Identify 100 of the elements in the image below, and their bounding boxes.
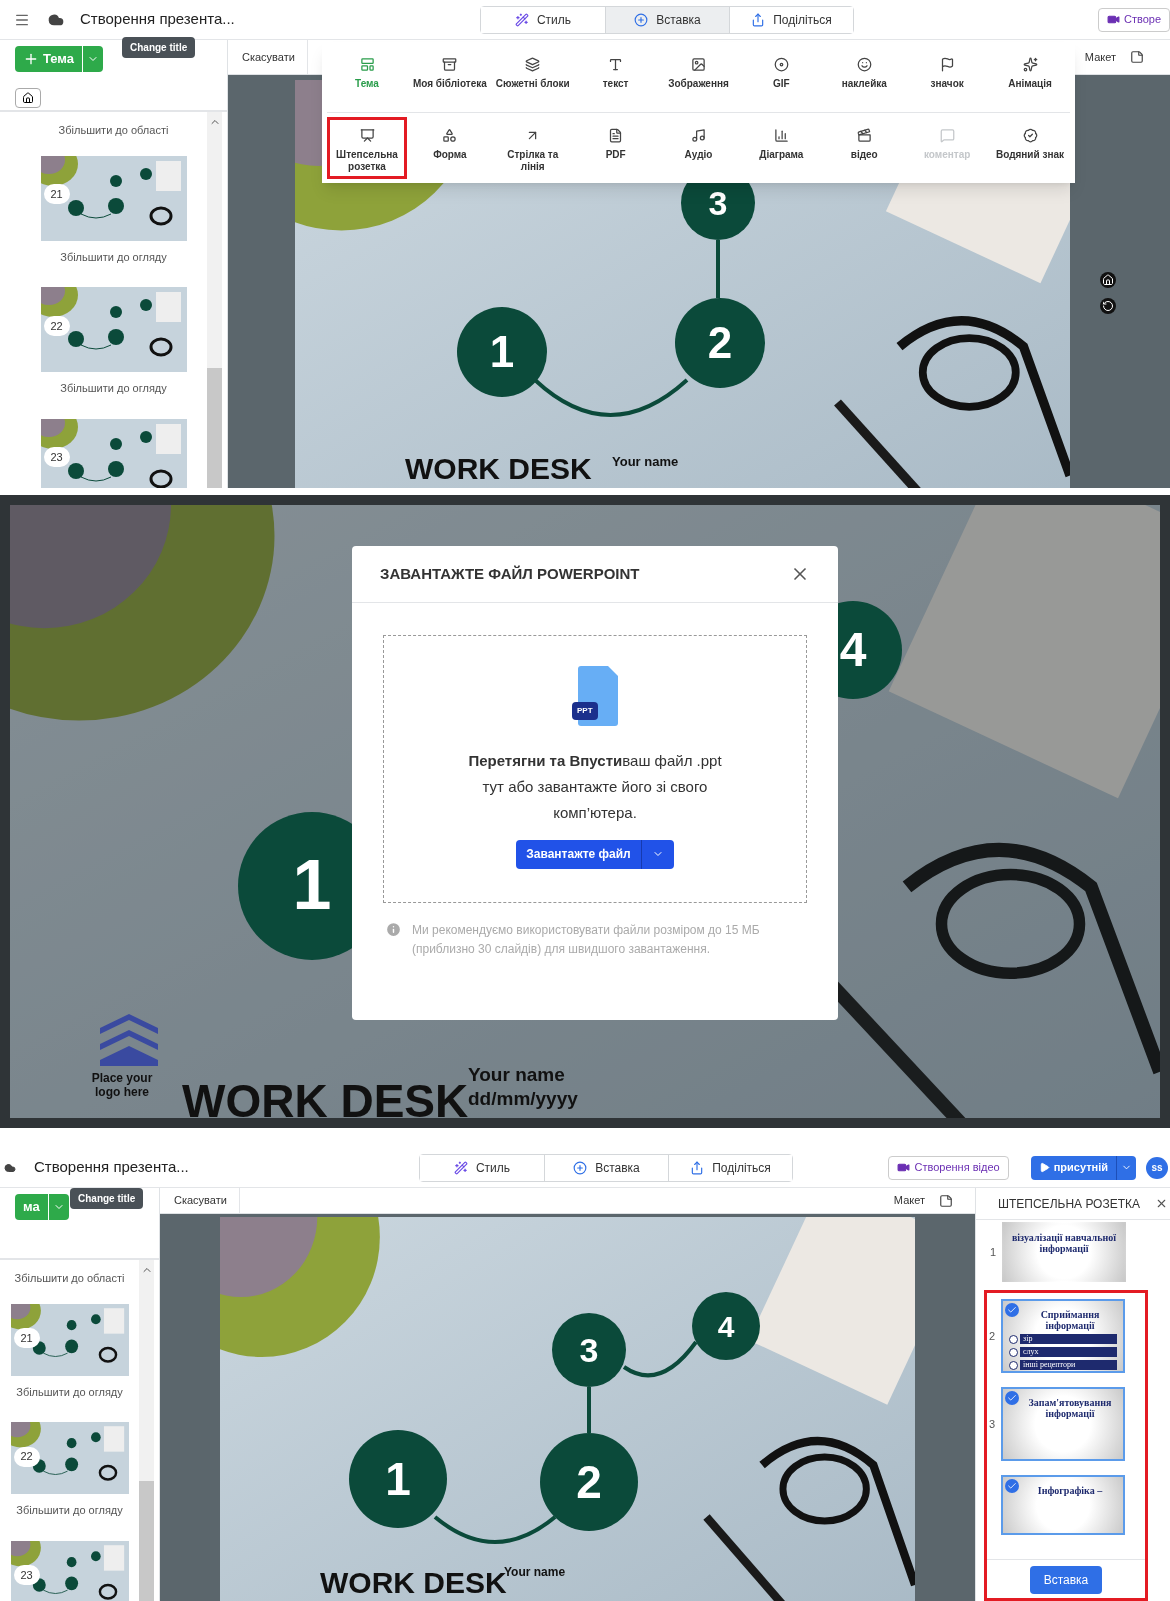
music-note-icon — [691, 128, 706, 143]
insert-menu-item[interactable]: Штепсельна розетка — [327, 117, 407, 179]
slide-number: 1 — [990, 1244, 998, 1260]
avatar[interactable]: ss — [1146, 1156, 1168, 1179]
slide-caption: Збільшити до області — [58, 123, 169, 138]
import-slide-thumbnail[interactable]: Інфографіка – — [1001, 1475, 1125, 1536]
insert-menu-item[interactable]: Моя бібліотека — [409, 46, 490, 108]
layout-icon — [359, 57, 375, 72]
plus-circle-icon — [573, 1160, 588, 1175]
shapes-icon — [442, 128, 458, 143]
document-icon — [608, 128, 624, 143]
slide-title: Інфографіка – — [1037, 1485, 1103, 1497]
notes-icon — [939, 1193, 953, 1208]
slide-thumbnail[interactable] — [10, 1422, 129, 1495]
scrollbar[interactable] — [139, 1260, 154, 1601]
checkbox[interactable] — [1005, 1303, 1019, 1318]
toolbar-tab[interactable]: Вставка — [605, 6, 729, 33]
document-title[interactable]: Створення презента... — [34, 1156, 419, 1179]
share-icon — [751, 12, 766, 27]
home-icon — [22, 92, 34, 104]
bar-label: слух — [1020, 1347, 1117, 1358]
check-icon — [1007, 1481, 1017, 1492]
video-button[interactable]: Створе — [1097, 7, 1170, 32]
wand-icon — [453, 1160, 468, 1175]
logo-caption: Place your logo here — [90, 1070, 154, 1099]
badge-check-icon — [1022, 128, 1038, 143]
insert-menu-item[interactable]: наклейка — [824, 46, 905, 108]
dropdown-button[interactable] — [1116, 1155, 1136, 1180]
import-slide-thumbnail[interactable]: Запам'ятовування інформації — [1001, 1387, 1125, 1462]
flag-icon — [939, 57, 955, 72]
brand-text: WORK DESK — [182, 1074, 469, 1119]
present-button[interactable]: присутній — [1030, 1155, 1116, 1180]
play-icon — [1038, 1162, 1050, 1174]
name-text: Your name — [468, 1062, 565, 1085]
insert-menu-item[interactable]: відео — [824, 117, 905, 179]
checkbox[interactable] — [1005, 1391, 1019, 1406]
brand-text: WORK DESK — [405, 451, 592, 487]
bar-chart-icon — [773, 128, 789, 143]
slide-title: візуалізації навчальної інформації — [1010, 1232, 1118, 1255]
document-title[interactable]: Створення презента... — [80, 8, 480, 31]
undo-button[interactable]: Скасувати — [242, 40, 308, 74]
drop-instructions: Перетягни та Впустиваш файл .ppt тут або завантажте його зі свого комп’ютера. — [467, 750, 723, 823]
drop-zone[interactable]: PPT Перетягни та Впустиваш файл .ppt тут або завантажте його зі свого комп’ютера. Завантажте файл — [383, 634, 807, 903]
import-slide-thumbnail[interactable]: Сприймання інформації зір слух інші рецептори — [1001, 1299, 1125, 1374]
scrollbar[interactable] — [207, 112, 222, 488]
slide-title: Запам'ятовування інформації — [1027, 1397, 1113, 1420]
home-icon — [1100, 272, 1116, 288]
insert-menu-item[interactable]: текст — [575, 46, 656, 108]
plus-icon — [23, 51, 39, 67]
sparkles-icon — [1022, 57, 1038, 72]
home-button[interactable] — [15, 88, 41, 108]
slide-caption: Збільшити до огляду — [16, 1384, 123, 1400]
insert-menu-item[interactable]: Водяний знак — [990, 117, 1070, 179]
panel-title: ШТЕПСЕЛЬНА РОЗЕТКА — [998, 1195, 1141, 1213]
slide-caption: Збільшити до огляду — [60, 249, 167, 265]
slide-thumbnail[interactable] — [10, 1540, 129, 1601]
checkbox[interactable] — [1005, 1479, 1019, 1494]
name-text: Your name — [612, 453, 679, 471]
slide-thumbnail[interactable] — [40, 287, 187, 372]
video-button[interactable]: Створення відео — [888, 1155, 1009, 1180]
camera-icon — [1106, 13, 1120, 26]
undo-button[interactable]: Скасувати — [174, 1188, 240, 1214]
insert-menu-item[interactable]: Форма — [409, 117, 490, 179]
notes-icon — [1130, 50, 1144, 64]
text-icon — [608, 57, 624, 72]
insert-menu-item[interactable]: PDF — [575, 117, 656, 179]
insert-menu-item[interactable]: Зображення — [658, 46, 739, 108]
insert-menu-item[interactable]: Стрілка та лінія — [492, 117, 573, 179]
insert-menu-item[interactable]: Сюжетні блоки — [492, 46, 573, 108]
insert-button[interactable]: Вставка — [1029, 1566, 1103, 1594]
presentation-icon — [359, 128, 375, 143]
cloud-icon — [4, 1161, 16, 1174]
insert-menu-item[interactable]: GIF — [741, 46, 822, 108]
file-badge: PPT — [572, 701, 598, 720]
slide-thumbnail[interactable] — [40, 155, 187, 241]
smile-icon — [856, 57, 872, 72]
layout-button[interactable]: Макет — [1084, 48, 1116, 66]
toolbar-tab[interactable]: Поділіться — [668, 1154, 792, 1181]
disc-icon — [773, 57, 789, 72]
insert-menu-item[interactable]: значок — [907, 46, 988, 108]
tooltip: Change title — [122, 37, 196, 58]
rotate-icon — [1100, 298, 1116, 314]
slide-title: Сприймання інформації — [1039, 1309, 1101, 1332]
toolbar-tab[interactable]: Поділіться — [729, 6, 853, 33]
slide-thumbnail[interactable] — [10, 1303, 129, 1376]
clapperboard-icon — [856, 128, 872, 143]
insert-menu-item[interactable]: Анімація — [990, 46, 1070, 108]
size-note: Ми рекомендуємо використовувати файли розміром до 15 МБ (приблизно 30 слайдів) для швидшого завантаження. — [412, 921, 761, 958]
slide-caption: Збільшити до огляду — [16, 1503, 123, 1519]
import-slide-thumbnail[interactable]: візуалізації навчальної інформації — [1002, 1222, 1126, 1283]
slide-caption: Збільшити до області — [14, 1271, 125, 1287]
layers-icon — [525, 57, 541, 72]
slide-thumbnail[interactable] — [40, 418, 187, 488]
layout-button[interactable]: Макет — [893, 1192, 925, 1209]
image-icon — [691, 57, 706, 72]
insert-menu-item[interactable]: Тема — [327, 46, 407, 108]
dropdown-button[interactable] — [641, 839, 674, 869]
upload-button[interactable]: Завантажте файл — [516, 839, 642, 869]
bar-label: зір — [1020, 1334, 1117, 1345]
dialog-title: ЗАВАНТАЖТЕ ФАЙЛ POWERPOINT — [380, 563, 640, 584]
